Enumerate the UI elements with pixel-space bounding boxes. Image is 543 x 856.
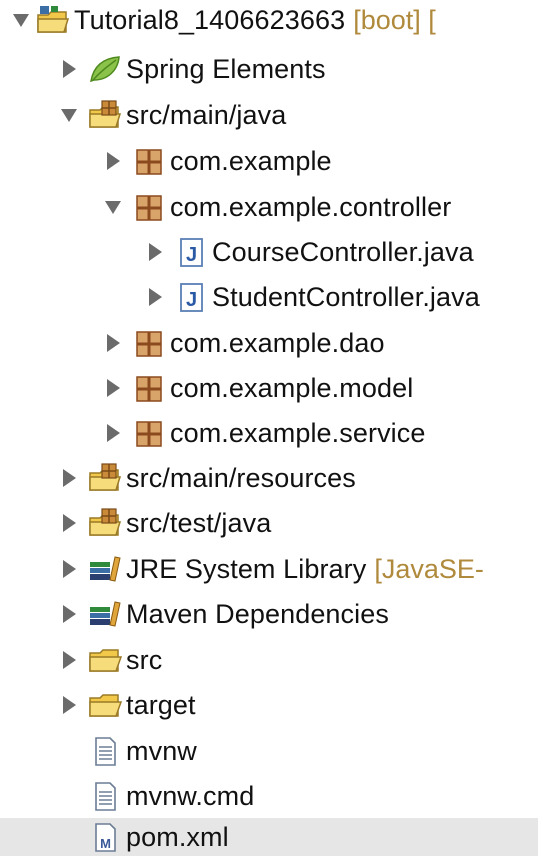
tree-row-course-controller[interactable]: J CourseController.java bbox=[0, 229, 543, 275]
svg-text:M: M bbox=[100, 836, 111, 851]
collapsed-arrow-icon[interactable] bbox=[60, 59, 78, 79]
tree-row-spring-elements[interactable]: Spring Elements bbox=[0, 46, 543, 92]
jre-system-library-decoration: [JavaSE- bbox=[374, 553, 484, 584]
package-service-label: com.example.service bbox=[170, 417, 426, 448]
folder-icon bbox=[88, 690, 122, 720]
text-file-icon bbox=[88, 736, 122, 766]
collapsed-arrow-icon[interactable] bbox=[60, 604, 78, 624]
maven-dependencies-label: Maven Dependencies bbox=[126, 598, 389, 629]
collapsed-arrow-icon[interactable] bbox=[146, 242, 164, 262]
tree-row-file-pom-xml[interactable]: M pom.xml bbox=[0, 818, 538, 856]
collapsed-arrow-icon[interactable] bbox=[104, 378, 122, 398]
tree-row-src-main-resources[interactable]: src/main/resources bbox=[0, 455, 543, 501]
source-folder-icon bbox=[88, 100, 122, 130]
tree-row-package-model[interactable]: com.example.model bbox=[0, 365, 543, 411]
project-root-decoration: [boot] [ bbox=[353, 5, 436, 35]
folder-icon bbox=[88, 645, 122, 675]
src-main-resources-label: src/main/resources bbox=[126, 462, 356, 493]
file-mvnw-label: mvnw bbox=[126, 735, 197, 766]
tree-row-package-dao[interactable]: com.example.dao bbox=[0, 320, 543, 366]
folder-src-label: src bbox=[126, 644, 163, 675]
project-explorer-tree: Tutorial8_1406623663 [boot] [ Spring Ele… bbox=[0, 0, 543, 856]
maven-pom-file-icon: M bbox=[88, 822, 122, 852]
collapsed-arrow-icon[interactable] bbox=[104, 423, 122, 443]
expanded-arrow-icon[interactable] bbox=[12, 10, 30, 30]
tree-row-package-service[interactable]: com.example.service bbox=[0, 410, 543, 456]
library-books-icon bbox=[88, 599, 122, 629]
collapsed-arrow-icon[interactable] bbox=[60, 468, 78, 488]
course-controller-label: CourseController.java bbox=[212, 236, 474, 267]
project-root-label: Tutorial8_1406623663 bbox=[74, 5, 346, 35]
collapsed-arrow-icon[interactable] bbox=[60, 559, 78, 579]
tree-row-src-test-java[interactable]: src/test/java bbox=[0, 500, 543, 546]
package-icon bbox=[132, 373, 166, 403]
jre-system-library-label: JRE System Library bbox=[126, 553, 367, 584]
package-model-label: com.example.model bbox=[170, 372, 414, 403]
expanded-arrow-icon[interactable] bbox=[60, 105, 78, 125]
collapsed-arrow-icon[interactable] bbox=[104, 151, 122, 171]
collapsed-arrow-icon[interactable] bbox=[104, 333, 122, 353]
tree-row-folder-target[interactable]: target bbox=[0, 682, 543, 728]
spring-elements-label: Spring Elements bbox=[126, 53, 326, 84]
package-com-example-label: com.example bbox=[170, 145, 332, 176]
tree-row-maven-dependencies[interactable]: Maven Dependencies bbox=[0, 591, 543, 637]
spring-leaf-icon bbox=[88, 54, 122, 84]
project-folder-icon bbox=[36, 5, 70, 35]
collapsed-arrow-icon[interactable] bbox=[60, 513, 78, 533]
source-folder-icon bbox=[88, 508, 122, 538]
student-controller-label: StudentController.java bbox=[212, 281, 480, 312]
tree-row-package-controller[interactable]: com.example.controller bbox=[0, 184, 543, 230]
collapsed-arrow-icon[interactable] bbox=[60, 650, 78, 670]
tree-row-package-com-example[interactable]: com.example bbox=[0, 138, 543, 184]
collapsed-arrow-icon[interactable] bbox=[146, 287, 164, 307]
expanded-arrow-icon[interactable] bbox=[104, 197, 122, 217]
svg-text:J: J bbox=[186, 244, 197, 266]
package-icon bbox=[132, 328, 166, 358]
src-main-java-label: src/main/java bbox=[126, 99, 287, 130]
package-dao-label: com.example.dao bbox=[170, 327, 385, 358]
package-icon bbox=[132, 418, 166, 448]
tree-row-file-mvnw[interactable]: mvnw bbox=[0, 728, 543, 774]
folder-target-label: target bbox=[126, 689, 196, 720]
java-file-icon: J bbox=[174, 237, 208, 267]
java-file-icon: J bbox=[174, 282, 208, 312]
src-test-java-label: src/test/java bbox=[126, 507, 272, 538]
tree-row-project-root[interactable]: Tutorial8_1406623663 [boot] [ bbox=[0, 0, 543, 40]
svg-text:J: J bbox=[186, 289, 197, 311]
text-file-icon bbox=[88, 781, 122, 811]
package-controller-label: com.example.controller bbox=[170, 191, 452, 222]
source-folder-icon bbox=[88, 463, 122, 493]
package-icon bbox=[132, 192, 166, 222]
collapsed-arrow-icon[interactable] bbox=[60, 695, 78, 715]
tree-row-folder-src[interactable]: src bbox=[0, 637, 543, 683]
tree-row-file-mvnw-cmd[interactable]: mvnw.cmd bbox=[0, 773, 543, 819]
tree-row-student-controller[interactable]: J StudentController.java bbox=[0, 274, 543, 320]
tree-row-jre-system-library[interactable]: JRE System Library [JavaSE- bbox=[0, 546, 543, 592]
tree-row-src-main-java[interactable]: src/main/java bbox=[0, 92, 543, 138]
package-icon bbox=[132, 146, 166, 176]
file-pom-xml-label: pom.xml bbox=[126, 822, 229, 852]
library-books-icon bbox=[88, 554, 122, 584]
file-mvnw-cmd-label: mvnw.cmd bbox=[126, 780, 255, 811]
